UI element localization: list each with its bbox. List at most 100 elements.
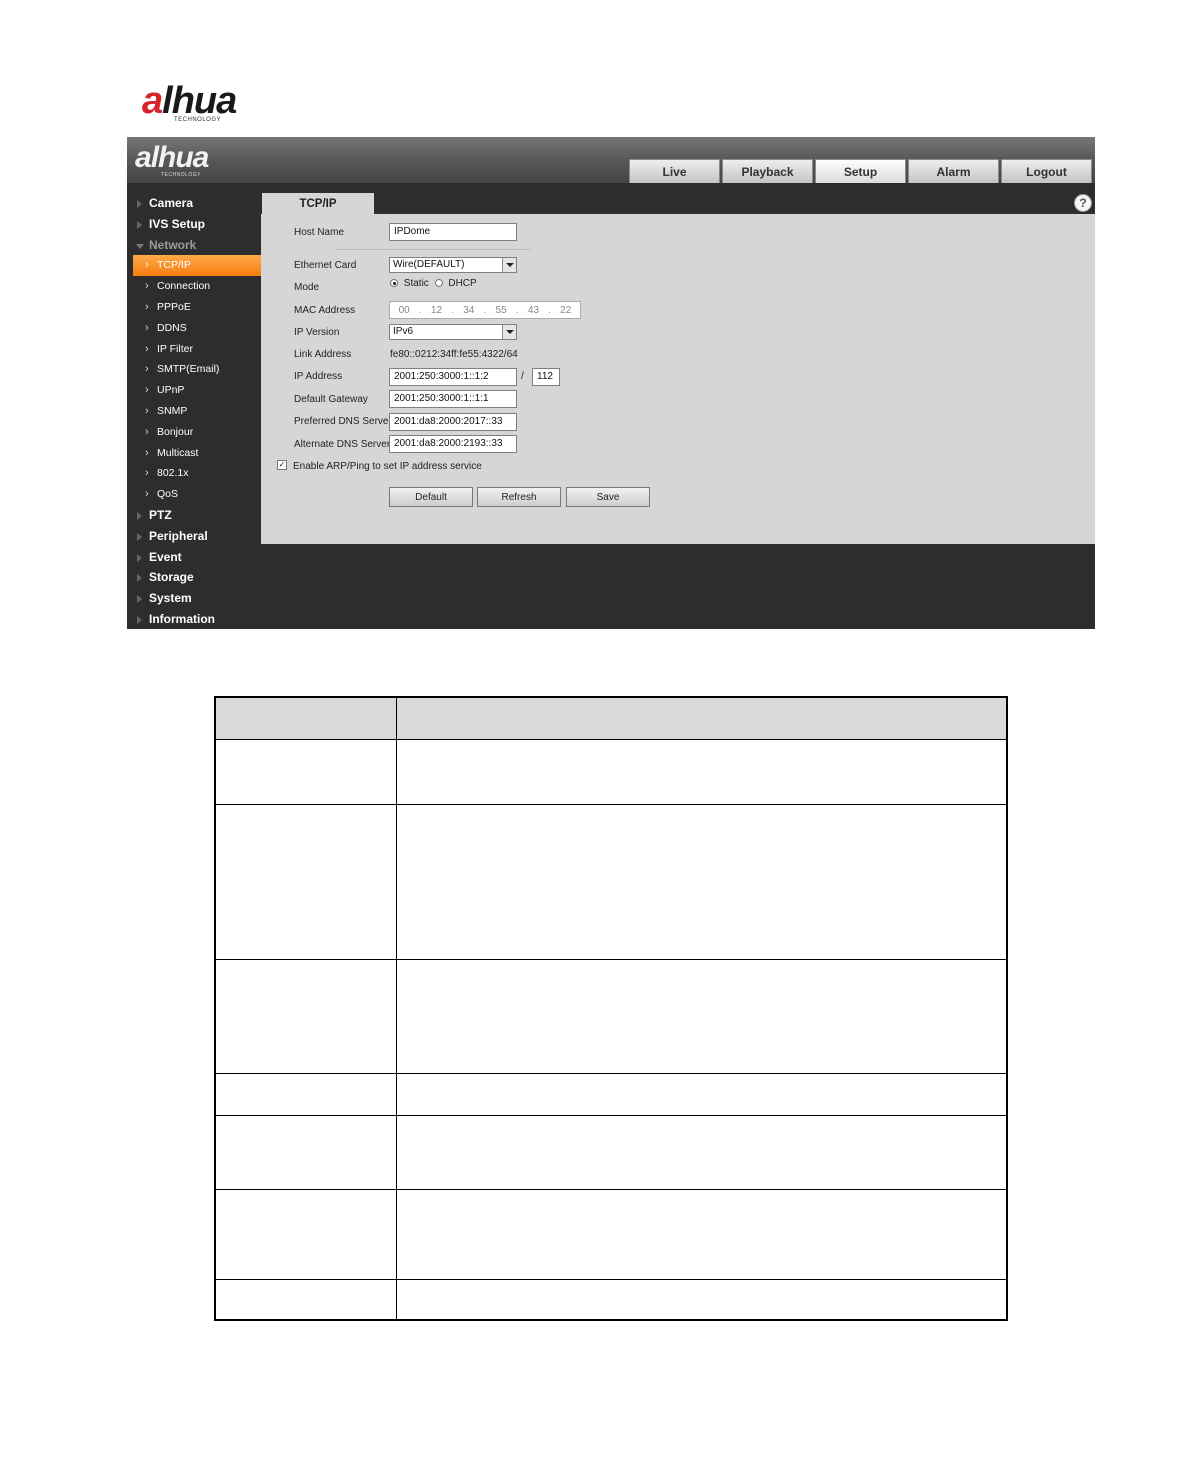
help-icon[interactable]: ? [1074,194,1092,212]
sidebar-subitem-smtp[interactable]: › SMTP(Email) [127,359,261,380]
sidebar-item-storage[interactable]: Storage [127,567,261,588]
nav-tab-logout[interactable]: Logout [1001,159,1092,183]
nav-tab-setup[interactable]: Setup [815,159,906,183]
sidebar-subitem-bonjour[interactable]: › Bonjour [127,422,261,443]
chevron-right-icon: › [145,488,149,501]
expand-triangle-icon [137,532,142,541]
table-header-cell [214,696,397,740]
ethernet-card-value: Wire(DEFAULT) [393,259,465,270]
host-name-label: Host Name [294,227,345,238]
chevron-right-icon: › [145,467,149,480]
table-cell [395,958,1008,1074]
sidebar-item-label: Information [149,611,215,626]
content-tab-bar: TCP/IP ? [261,193,1095,214]
mode-static-radio[interactable] [390,279,398,287]
mode-static-label: Static [403,278,429,289]
sidebar-item-label: Peripheral [149,528,208,543]
prefix-length-input[interactable]: 112 [532,368,560,386]
chevron-right-icon: › [145,363,149,376]
mac-octet: 12 [430,304,443,316]
app-window: alhua TECHNOLOGY Live Playback Setup Ala… [127,137,1095,629]
default-gateway-input[interactable]: 2001:250:3000:1::1:1 [389,390,517,408]
nav-tab-alarm[interactable]: Alarm [908,159,999,183]
sidebar: Camera IVS Setup Network › TCP/IP › Connec… [127,193,261,630]
chevron-right-icon: › [145,259,149,272]
sidebar-subitem-label: Bonjour [157,425,194,438]
sidebar-item-network[interactable]: Network [127,235,261,256]
nav-tab-playback[interactable]: Playback [722,159,813,183]
table-row [214,1072,1008,1116]
chevron-right-icon: › [145,280,149,293]
mac-separator: . [515,304,519,316]
table-cell [214,958,397,1074]
arp-ping-checkbox[interactable]: ✓ [277,460,287,470]
sidebar-subitem-snmp[interactable]: › SNMP [127,401,261,422]
sidebar-item-ptz[interactable]: PTZ [127,505,261,526]
sidebar-item-label: Network [149,237,197,252]
sidebar-item-camera[interactable]: Camera [127,193,261,214]
ip-version-value: IPv6 [393,326,414,337]
chevron-right-icon: › [145,342,149,355]
alternate-dns-input[interactable]: 2001:da8:2000:2193::33 [389,435,517,453]
sidebar-item-system[interactable]: System [127,588,261,609]
chevron-right-icon: › [145,425,149,438]
mode-dhcp-label: DHCP [448,278,477,289]
nav-tab-live[interactable]: Live [629,159,720,183]
app-logo-text: lhua [150,141,210,174]
preferred-dns-label: Preferred DNS Server [294,416,392,427]
sidebar-subitem-multicast[interactable]: › Multicast [127,443,261,464]
save-button[interactable]: Save [566,487,650,507]
table-cell [214,1114,397,1190]
tab-tcpip[interactable]: TCP/IP [262,193,374,214]
sidebar-subitem-ddns[interactable]: › DDNS [127,318,261,339]
host-name-input[interactable]: IPDome [389,223,517,241]
sidebar-subitem-8021x[interactable]: › 802.1x [127,463,261,484]
sidebar-item-label: PTZ [149,507,172,522]
sidebar-subitem-label: PPPoE [157,300,191,313]
link-address-label: Link Address [294,349,352,360]
app-logo-mark: a [135,141,152,174]
ip-address-input[interactable]: 2001:250:3000:1::1:2 [389,368,517,386]
refresh-button[interactable]: Refresh [477,487,561,507]
sidebar-subitem-ip-filter[interactable]: › IP Filter [127,339,261,360]
sidebar-subitem-qos[interactable]: › QoS [127,484,261,505]
preferred-dns-input[interactable]: 2001:da8:2000:2017::33 [389,413,517,431]
table-header-row [214,696,1008,740]
sidebar-subitem-upnp[interactable]: › UPnP [127,380,261,401]
mac-octet: 43 [527,304,539,316]
sidebar-subitem-label: TCP/IP [157,259,191,272]
default-button[interactable]: Default [389,487,473,507]
sidebar-subitem-tcpip[interactable]: › TCP/IP [133,255,261,277]
expand-triangle-icon [137,511,142,520]
expand-triangle-icon [137,200,142,208]
sidebar-item-label: IVS Setup [149,216,206,231]
sidebar-subitem-label: DDNS [157,321,187,334]
mac-separator: . [548,304,551,316]
ethernet-card-label: Ethernet Card [294,260,357,271]
sidebar-item-label: Storage [149,570,194,585]
dropdown-arrow-icon[interactable] [502,325,516,339]
table-cell [395,1278,1008,1321]
sidebar-item-ivs-setup[interactable]: IVS Setup [127,214,261,235]
sidebar-subitem-connection[interactable]: › Connection [127,276,261,297]
sidebar-item-information[interactable]: Information [127,609,261,630]
top-bar: alhua TECHNOLOGY Live Playback Setup Ala… [127,137,1095,183]
logo-mark: a [142,80,163,122]
ip-version-select[interactable]: IPv6 [389,324,517,340]
sidebar-subitem-pppoe[interactable]: › PPPoE [127,297,261,318]
sidebar-item-event[interactable]: Event [127,547,261,568]
ethernet-card-select[interactable]: Wire(DEFAULT) [389,257,517,273]
table-row [214,803,1008,960]
expand-triangle-icon [137,595,142,604]
sidebar-subitem-label: SMTP(Email) [157,363,220,376]
sidebar-item-peripheral[interactable]: Peripheral [127,526,261,547]
table-row [214,1188,1008,1280]
parameter-table [214,696,1008,1321]
expand-triangle-icon [137,574,142,583]
main-nav: Live Playback Setup Alarm Logout [627,159,1092,183]
dropdown-arrow-icon[interactable] [502,258,516,272]
mode-radio-group: Static DHCP [390,278,480,289]
table-cell [395,803,1008,960]
table-row [214,958,1008,1074]
mode-dhcp-radio[interactable] [434,279,443,287]
